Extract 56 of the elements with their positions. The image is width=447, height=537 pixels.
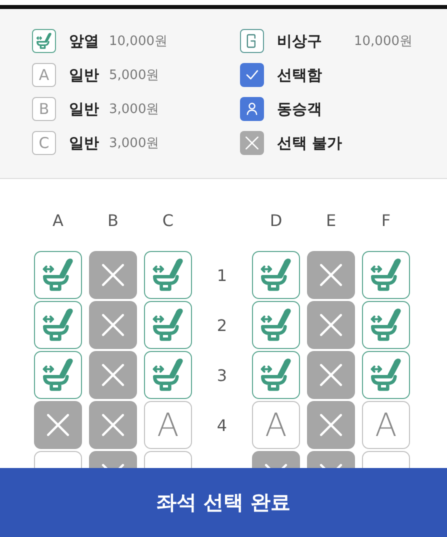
seat-icon	[32, 29, 56, 53]
legend-price: 10,000원	[109, 33, 168, 50]
row-number: 2	[216, 314, 228, 336]
seat[interactable]: A	[252, 401, 300, 449]
legend-price: 5,000원	[109, 67, 160, 84]
cross-icon	[240, 131, 264, 155]
grade-icon: B	[32, 97, 56, 121]
seat[interactable]	[252, 301, 300, 349]
seat[interactable]	[89, 251, 137, 299]
column-label: E	[324, 210, 338, 232]
seat[interactable]	[362, 301, 410, 349]
person-icon	[240, 97, 264, 121]
legend-label: 일반	[69, 134, 99, 152]
grade-icon: C	[32, 131, 56, 155]
row-number: 4	[216, 414, 228, 436]
legend-price: 10,000원	[354, 33, 412, 50]
confirm-button[interactable]: 좌석 선택 완료	[0, 468, 447, 537]
legend-label: 일반	[69, 100, 99, 118]
legend-price: 3,000원	[109, 135, 160, 152]
seat[interactable]	[144, 251, 192, 299]
seat[interactable]	[307, 251, 355, 299]
seat[interactable]	[144, 351, 192, 399]
seat[interactable]	[362, 351, 410, 399]
seat[interactable]	[362, 251, 410, 299]
row-number: 3	[216, 364, 228, 386]
seat[interactable]	[307, 351, 355, 399]
column-label: A	[52, 210, 64, 232]
seat[interactable]	[34, 251, 82, 299]
legend-price: 3,000원	[109, 101, 160, 118]
seat[interactable]	[89, 351, 137, 399]
seat[interactable]	[89, 301, 137, 349]
legend-label: 동승객	[277, 100, 322, 118]
column-label: F	[380, 210, 392, 232]
seat[interactable]	[34, 351, 82, 399]
legend-label: 앞열	[69, 32, 99, 50]
legend-label: 일반	[69, 66, 99, 84]
seat[interactable]	[307, 401, 355, 449]
column-label: C	[161, 210, 175, 232]
row-number: 1	[216, 264, 228, 286]
seat[interactable]	[34, 401, 82, 449]
door-icon	[240, 29, 264, 53]
seat[interactable]	[34, 301, 82, 349]
grade-icon: A	[32, 63, 56, 87]
seat[interactable]: A	[144, 401, 192, 449]
legend-label: 선택 불가	[277, 134, 342, 152]
seat[interactable]	[252, 351, 300, 399]
column-label: D	[268, 210, 284, 232]
seat[interactable]	[252, 251, 300, 299]
legend-label: 선택함	[277, 66, 322, 84]
seat[interactable]	[89, 401, 137, 449]
legend-label: 비상구	[277, 32, 322, 50]
seat[interactable]	[144, 301, 192, 349]
seat[interactable]	[307, 301, 355, 349]
column-label: B	[106, 210, 120, 232]
check-icon	[240, 63, 264, 87]
seat[interactable]: A	[362, 401, 410, 449]
